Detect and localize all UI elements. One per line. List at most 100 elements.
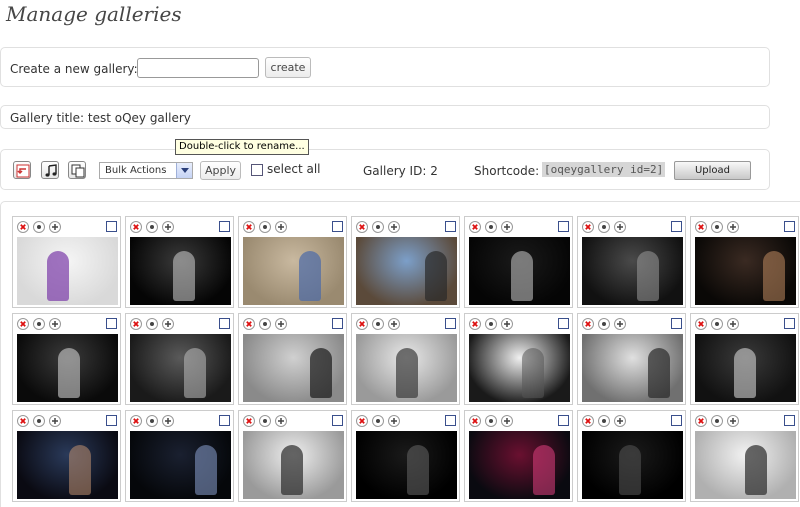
add-icon[interactable] (727, 415, 739, 427)
details-icon[interactable] (372, 415, 384, 427)
thumbnail-tile[interactable] (12, 313, 121, 405)
thumbnail-checkbox[interactable] (671, 415, 682, 426)
thumbnail-image[interactable] (130, 237, 231, 305)
details-icon[interactable] (598, 415, 610, 427)
thumbnail-image[interactable] (469, 237, 570, 305)
details-icon[interactable] (711, 415, 723, 427)
thumbnail-tile[interactable] (125, 216, 234, 308)
add-icon[interactable] (162, 221, 174, 233)
thumbnail-checkbox[interactable] (219, 318, 230, 329)
thumbnail-image[interactable] (356, 431, 457, 499)
thumbnail-checkbox[interactable] (558, 221, 569, 232)
add-icon[interactable] (501, 318, 513, 330)
thumbnail-tile[interactable] (238, 410, 347, 502)
thumbnail-tile[interactable] (464, 410, 573, 502)
bulk-actions-select[interactable]: Bulk Actions (99, 162, 193, 179)
thumbnail-tile[interactable] (577, 410, 686, 502)
delete-icon[interactable] (469, 318, 481, 330)
thumbnail-image[interactable] (356, 334, 457, 402)
thumbnail-tile[interactable] (351, 410, 460, 502)
thumbnail-checkbox[interactable] (671, 318, 682, 329)
delete-icon[interactable] (17, 318, 29, 330)
delete-icon[interactable] (130, 221, 142, 233)
add-icon[interactable] (388, 415, 400, 427)
copy-button[interactable] (68, 161, 86, 179)
thumbnail-image[interactable] (17, 334, 118, 402)
thumbnail-checkbox[interactable] (106, 221, 117, 232)
thumbnail-tile[interactable] (690, 313, 799, 405)
thumbnail-checkbox[interactable] (219, 415, 230, 426)
delete-icon[interactable] (695, 221, 707, 233)
delete-icon[interactable] (243, 415, 255, 427)
add-icon[interactable] (162, 318, 174, 330)
details-icon[interactable] (485, 318, 497, 330)
apply-button[interactable]: Apply (200, 161, 241, 180)
add-icon[interactable] (49, 318, 61, 330)
thumbnail-checkbox[interactable] (558, 415, 569, 426)
delete-icon[interactable] (356, 221, 368, 233)
add-icon[interactable] (275, 221, 287, 233)
thumbnail-image[interactable] (469, 334, 570, 402)
details-icon[interactable] (711, 318, 723, 330)
add-icon[interactable] (162, 415, 174, 427)
add-icon[interactable] (49, 415, 61, 427)
thumbnail-image[interactable] (243, 334, 344, 402)
add-icon[interactable] (275, 415, 287, 427)
delete-icon[interactable] (17, 221, 29, 233)
add-icon[interactable] (501, 415, 513, 427)
add-icon[interactable] (614, 221, 626, 233)
details-icon[interactable] (711, 221, 723, 233)
delete-icon[interactable] (130, 318, 142, 330)
thumbnail-checkbox[interactable] (106, 318, 117, 329)
create-button[interactable]: create (265, 57, 311, 78)
thumbnail-tile[interactable] (464, 313, 573, 405)
details-icon[interactable] (33, 415, 45, 427)
details-icon[interactable] (259, 221, 271, 233)
undo-button[interactable] (13, 161, 31, 179)
thumbnail-checkbox[interactable] (332, 318, 343, 329)
thumbnail-checkbox[interactable] (445, 318, 456, 329)
thumbnail-tile[interactable] (690, 410, 799, 502)
thumbnail-image[interactable] (695, 334, 796, 402)
thumbnail-checkbox[interactable] (671, 221, 682, 232)
thumbnail-image[interactable] (582, 237, 683, 305)
thumbnail-tile[interactable] (12, 410, 121, 502)
add-icon[interactable] (614, 415, 626, 427)
thumbnail-image[interactable] (243, 431, 344, 499)
thumbnail-tile[interactable] (464, 216, 573, 308)
thumbnail-image[interactable] (356, 237, 457, 305)
thumbnail-image[interactable] (17, 431, 118, 499)
delete-icon[interactable] (469, 221, 481, 233)
select-all-checkbox[interactable] (251, 164, 263, 176)
add-icon[interactable] (727, 318, 739, 330)
delete-icon[interactable] (17, 415, 29, 427)
thumbnail-tile[interactable] (577, 216, 686, 308)
thumbnail-checkbox[interactable] (445, 415, 456, 426)
delete-icon[interactable] (695, 415, 707, 427)
thumbnail-image[interactable] (243, 237, 344, 305)
add-icon[interactable] (388, 221, 400, 233)
upload-button[interactable]: Upload (674, 161, 751, 180)
thumbnail-tile[interactable] (351, 313, 460, 405)
details-icon[interactable] (146, 221, 158, 233)
add-icon[interactable] (275, 318, 287, 330)
details-icon[interactable] (259, 415, 271, 427)
details-icon[interactable] (33, 221, 45, 233)
add-icon[interactable] (388, 318, 400, 330)
delete-icon[interactable] (356, 415, 368, 427)
delete-icon[interactable] (243, 221, 255, 233)
thumbnail-checkbox[interactable] (219, 221, 230, 232)
thumbnail-tile[interactable] (238, 216, 347, 308)
thumbnail-image[interactable] (17, 237, 118, 305)
thumbnail-image[interactable] (695, 237, 796, 305)
gallery-title[interactable]: Gallery title: test oQey gallery (10, 111, 191, 125)
delete-icon[interactable] (582, 415, 594, 427)
add-icon[interactable] (727, 221, 739, 233)
thumbnail-checkbox[interactable] (445, 221, 456, 232)
thumbnail-tile[interactable] (12, 216, 121, 308)
delete-icon[interactable] (582, 318, 594, 330)
add-icon[interactable] (614, 318, 626, 330)
delete-icon[interactable] (130, 415, 142, 427)
details-icon[interactable] (259, 318, 271, 330)
thumbnail-checkbox[interactable] (332, 221, 343, 232)
